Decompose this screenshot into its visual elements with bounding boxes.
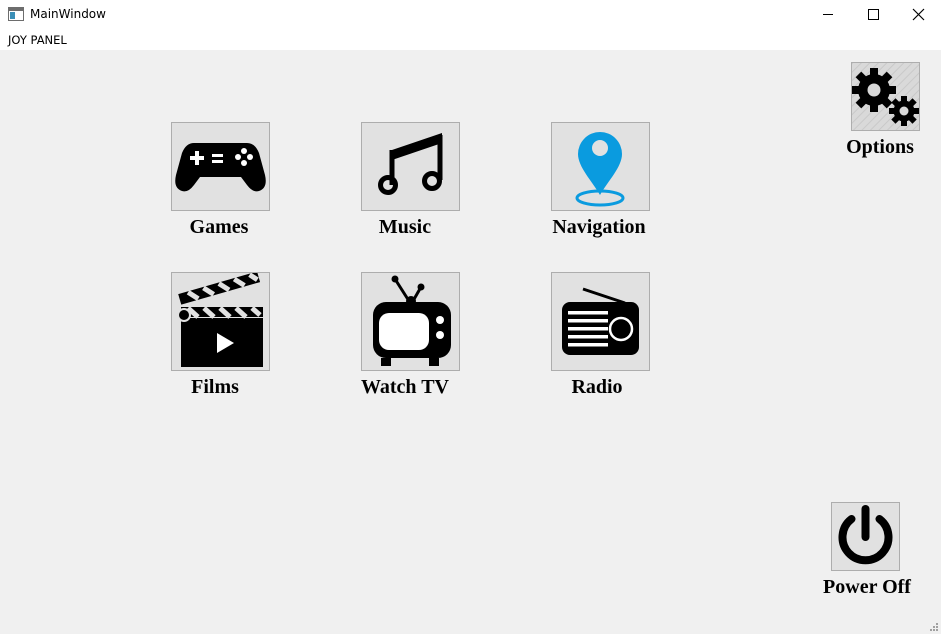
options-label: Options xyxy=(846,136,914,158)
navigation-button[interactable] xyxy=(551,122,650,211)
close-icon xyxy=(912,8,925,21)
gamepad-icon xyxy=(175,143,266,192)
music-button[interactable] xyxy=(361,122,460,211)
map-pin-icon xyxy=(575,132,625,207)
title-bar: MainWindow xyxy=(0,0,941,30)
watch-tv-label: Watch TV xyxy=(361,376,449,398)
clapperboard-icon xyxy=(177,273,263,367)
games-button[interactable] xyxy=(171,122,270,211)
films-label: Films xyxy=(191,376,239,398)
gears-icon xyxy=(852,63,919,130)
resize-grip-icon[interactable] xyxy=(929,622,939,632)
power-icon xyxy=(838,505,893,565)
options-button[interactable] xyxy=(851,62,920,131)
power-off-label: Power Off xyxy=(823,576,911,598)
music-label: Music xyxy=(378,216,432,238)
radio-label: Radio xyxy=(571,376,623,398)
close-button[interactable] xyxy=(895,0,941,30)
maximize-icon xyxy=(868,9,879,20)
watch-tv-button[interactable] xyxy=(361,272,460,371)
menu-bar: JOY PANEL xyxy=(0,30,941,50)
maximize-button[interactable] xyxy=(850,0,896,30)
films-button[interactable] xyxy=(171,272,270,371)
navigation-label: Navigation xyxy=(552,216,646,238)
radio-icon xyxy=(562,287,639,355)
games-label: Games xyxy=(189,216,249,238)
window-app-icon xyxy=(8,7,24,21)
menu-item-joy-panel[interactable]: JOY PANEL xyxy=(8,33,67,47)
minimize-button[interactable] xyxy=(804,0,850,30)
window-title: MainWindow xyxy=(30,7,106,21)
minimize-icon xyxy=(823,14,833,15)
music-note-icon xyxy=(378,133,443,195)
tv-icon xyxy=(373,275,451,366)
radio-button[interactable] xyxy=(551,272,650,371)
power-off-button[interactable] xyxy=(831,502,900,571)
